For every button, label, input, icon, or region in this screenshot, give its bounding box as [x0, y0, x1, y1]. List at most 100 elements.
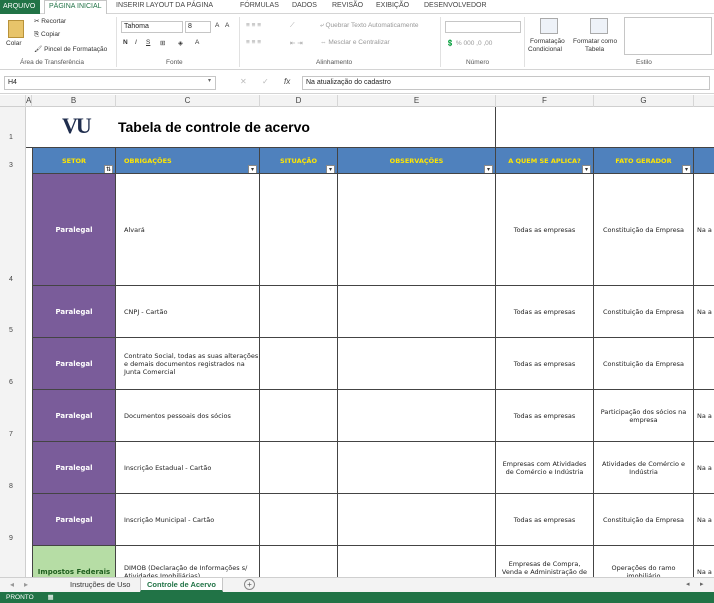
indent-icon[interactable]: ⇤ ⇥: [290, 39, 303, 47]
filter-dropdown-icon[interactable]: ▾: [682, 165, 691, 173]
conditional-format-icon[interactable]: [540, 18, 558, 34]
cell-fato-gerador[interactable]: Constituição da Empresa: [594, 494, 694, 546]
cell-obrigacao[interactable]: Inscrição Municipal - Cartão: [116, 494, 260, 546]
italic-icon[interactable]: I: [135, 39, 137, 46]
tab-dados[interactable]: DADOS: [292, 2, 317, 14]
row-header-1[interactable]: 1: [0, 134, 26, 141]
font-size-select[interactable]: 8: [185, 21, 211, 33]
row-header-4[interactable]: 4: [0, 276, 26, 283]
cell-setor[interactable]: Impostos Federais: [32, 546, 116, 577]
row-header-5[interactable]: 5: [0, 327, 26, 334]
cell-fato-gerador[interactable]: Constituição da Empresa: [594, 174, 694, 286]
cell-fato-gerador[interactable]: Constituição da Empresa: [594, 286, 694, 338]
paste-icon[interactable]: [8, 20, 24, 38]
underline-icon[interactable]: S: [146, 39, 150, 46]
cell-obrigacao[interactable]: Inscrição Estadual - Cartão: [116, 442, 260, 494]
cell-obrigacao[interactable]: DIMOB (Declaração de Informações s/ Ativ…: [116, 546, 260, 577]
filter-dropdown-icon[interactable]: ▾: [248, 165, 257, 173]
cell-setor[interactable]: Paralegal: [32, 442, 116, 494]
column-header-b[interactable]: B: [32, 95, 116, 107]
cell-observacoes[interactable]: [338, 442, 496, 494]
column-header-f[interactable]: F: [496, 95, 594, 107]
borders-icon[interactable]: ⊞: [160, 39, 165, 47]
header-col-h[interactable]: [694, 148, 714, 174]
cell-col-h[interactable]: Na a: [694, 442, 714, 494]
column-header-g[interactable]: G: [594, 95, 694, 107]
cell-observacoes[interactable]: [338, 286, 496, 338]
column-header-c[interactable]: C: [116, 95, 260, 107]
header-a-quem-se-aplica[interactable]: A QUEM SE APLICA? ▾: [496, 148, 594, 174]
worksheet-grid[interactable]: VU Tabela de controle de acervo SETOR ⇅ …: [26, 107, 714, 577]
cell-fato-gerador[interactable]: Atividades de Comércio e Indústria: [594, 442, 694, 494]
cell-setor[interactable]: Paralegal: [32, 390, 116, 442]
align-top-icon[interactable]: ≡ ≡ ≡: [246, 22, 261, 29]
font-color-icon[interactable]: A: [195, 39, 199, 46]
row-header-7[interactable]: 7: [0, 431, 26, 438]
tab-desenvolvedor[interactable]: DESENVOLVEDOR: [424, 2, 487, 14]
copy-button[interactable]: ⎘ Copiar: [34, 31, 60, 39]
enter-icon[interactable]: ✓: [262, 77, 269, 86]
format-table-icon[interactable]: [590, 18, 608, 34]
cell-fato-gerador[interactable]: Constituição da Empresa: [594, 338, 694, 390]
chevron-down-icon[interactable]: ▾: [208, 77, 211, 84]
sheet-tab-instrucoes[interactable]: Instruções de Uso: [64, 578, 136, 592]
cell-situacao[interactable]: [260, 286, 338, 338]
format-table-label-1[interactable]: Formatar como: [573, 38, 617, 45]
macro-record-icon[interactable]: ▦: [48, 594, 54, 601]
cell-obrigacao[interactable]: CNPJ - Cartão: [116, 286, 260, 338]
tab-layout[interactable]: LAYOUT DA PÁGINA: [146, 2, 213, 14]
tab-pagina-inicial[interactable]: PÁGINA INICIAL: [44, 0, 107, 15]
paste-button[interactable]: Colar: [6, 40, 22, 47]
cell-aplica[interactable]: Todas as empresas: [496, 174, 594, 286]
row-header-6[interactable]: 6: [0, 379, 26, 386]
filter-dropdown-icon[interactable]: ▾: [484, 165, 493, 173]
fill-color-icon[interactable]: ◈: [178, 39, 183, 47]
number-format-icons[interactable]: 💲 % 000 ,0 ,00: [446, 39, 492, 47]
header-fato-gerador[interactable]: FATO GERADOR ▾: [594, 148, 694, 174]
tab-formulas[interactable]: FÓRMULAS: [240, 2, 279, 14]
cell-col-h[interactable]: [694, 338, 714, 390]
sheet-tab-controle[interactable]: Controle de Acervo: [140, 578, 223, 592]
cell-col-h[interactable]: Na a: [694, 174, 714, 286]
scroll-right-icon[interactable]: ▸: [24, 580, 28, 589]
cell-situacao[interactable]: [260, 546, 338, 577]
cell-obrigacao[interactable]: Alvará: [116, 174, 260, 286]
cell-setor[interactable]: Paralegal: [32, 494, 116, 546]
name-box[interactable]: H4: [4, 76, 216, 90]
filter-sort-icon[interactable]: ⇅: [104, 165, 113, 173]
wrap-text-button[interactable]: ⤶ Quebrar Texto Automaticamente: [320, 22, 419, 30]
number-format-select[interactable]: [445, 21, 521, 33]
cell-col-h[interactable]: Na a: [694, 390, 714, 442]
cell-col-h[interactable]: Na a: [694, 546, 714, 577]
header-situacao[interactable]: SITUAÇÃO ▾: [260, 148, 338, 174]
cell-situacao[interactable]: [260, 494, 338, 546]
cell-setor[interactable]: Paralegal: [32, 174, 116, 286]
bold-icon[interactable]: N: [123, 39, 128, 46]
scroll-left-icon[interactable]: ◂: [10, 580, 14, 589]
cell-styles-gallery[interactable]: [624, 17, 712, 55]
font-shrink-icon[interactable]: A: [225, 22, 229, 29]
cell-observacoes[interactable]: [338, 174, 496, 286]
column-header-e[interactable]: E: [338, 95, 496, 107]
hscroll-right-icon[interactable]: ▸: [700, 580, 704, 588]
cell-setor[interactable]: Paralegal: [32, 286, 116, 338]
cond-format-label-1[interactable]: Formatação: [530, 38, 565, 45]
cell-observacoes[interactable]: [338, 390, 496, 442]
tab-inserir[interactable]: INSERIR: [116, 2, 144, 14]
formula-input[interactable]: Na atualização do cadastro: [302, 76, 710, 90]
cell-obrigacao[interactable]: Contrato Social, todas as suas alteraçõe…: [116, 338, 260, 390]
cell-fato-gerador[interactable]: Participação dos sócios na empresa: [594, 390, 694, 442]
format-painter-button[interactable]: 🖌 Pincel de Formatação: [34, 45, 107, 53]
header-setor[interactable]: SETOR ⇅: [32, 148, 116, 174]
align-left-icon[interactable]: ≡ ≡ ≡: [246, 39, 261, 46]
cell-setor[interactable]: Paralegal: [32, 338, 116, 390]
cell-aplica[interactable]: Todas as empresas: [496, 338, 594, 390]
cell-situacao[interactable]: [260, 174, 338, 286]
header-observacoes[interactable]: OBSERVAÇÕES ▾: [338, 148, 496, 174]
filter-dropdown-icon[interactable]: ▾: [582, 165, 591, 173]
cell-situacao[interactable]: [260, 338, 338, 390]
cell-aplica[interactable]: Todas as empresas: [496, 494, 594, 546]
row-header-3[interactable]: 3: [0, 162, 26, 169]
font-grow-icon[interactable]: A: [215, 22, 219, 29]
tab-exibicao[interactable]: EXIBIÇÃO: [376, 2, 409, 14]
